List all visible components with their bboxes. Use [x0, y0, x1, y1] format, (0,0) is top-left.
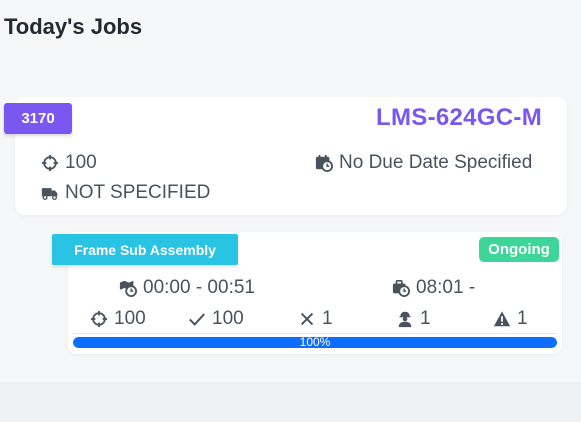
operation-issues: 1: [493, 308, 528, 330]
operation-clock-time: 08:01 -: [392, 277, 475, 299]
operation-operators: 1: [396, 308, 431, 330]
status-badge: Ongoing: [479, 237, 559, 262]
operation-rejected-value: 1: [322, 308, 333, 329]
truck-icon: [41, 188, 58, 201]
calendar-clock-icon: [315, 154, 333, 172]
operation-time-range-value: 00:00 - 00:51: [143, 277, 255, 298]
job-number-badge: 3170: [4, 103, 72, 134]
warning-icon: [493, 311, 511, 327]
x-icon: [300, 312, 314, 326]
progress-label: 100%: [299, 335, 331, 349]
part-number[interactable]: LMS-624GC-M: [376, 104, 542, 132]
job-quantity: 100: [41, 152, 97, 174]
job-due-date: No Due Date Specified: [315, 152, 532, 174]
job-shipping: NOT SPECIFIED: [41, 182, 210, 204]
page-title: Today's Jobs: [4, 14, 143, 39]
map-clock-icon: [119, 280, 137, 297]
briefcase-clock-icon: [392, 279, 410, 297]
operation-target: 100: [90, 308, 146, 330]
operation-completed-value: 100: [212, 308, 244, 329]
job-shipping-value: NOT SPECIFIED: [65, 182, 211, 203]
operation-operators-value: 1: [420, 308, 431, 329]
operation-issues-value: 1: [517, 308, 528, 329]
divider: [73, 333, 557, 334]
operation-rejected: 1: [298, 308, 333, 330]
job-quantity-value: 100: [65, 152, 97, 173]
footer-band: [0, 382, 581, 422]
operation-time-range: 00:00 - 00:51: [119, 277, 255, 299]
operation-name-badge: Frame Sub Assembly: [52, 234, 238, 265]
operation-target-value: 100: [114, 308, 146, 329]
check-icon: [189, 313, 205, 326]
operation-clock-time-value: 08:01 -: [416, 277, 476, 298]
crosshair-icon: [90, 310, 108, 328]
job-due-date-value: No Due Date Specified: [339, 152, 533, 173]
worker-icon: [398, 311, 412, 328]
operation-completed: 100: [188, 308, 244, 330]
crosshair-icon: [41, 154, 59, 172]
